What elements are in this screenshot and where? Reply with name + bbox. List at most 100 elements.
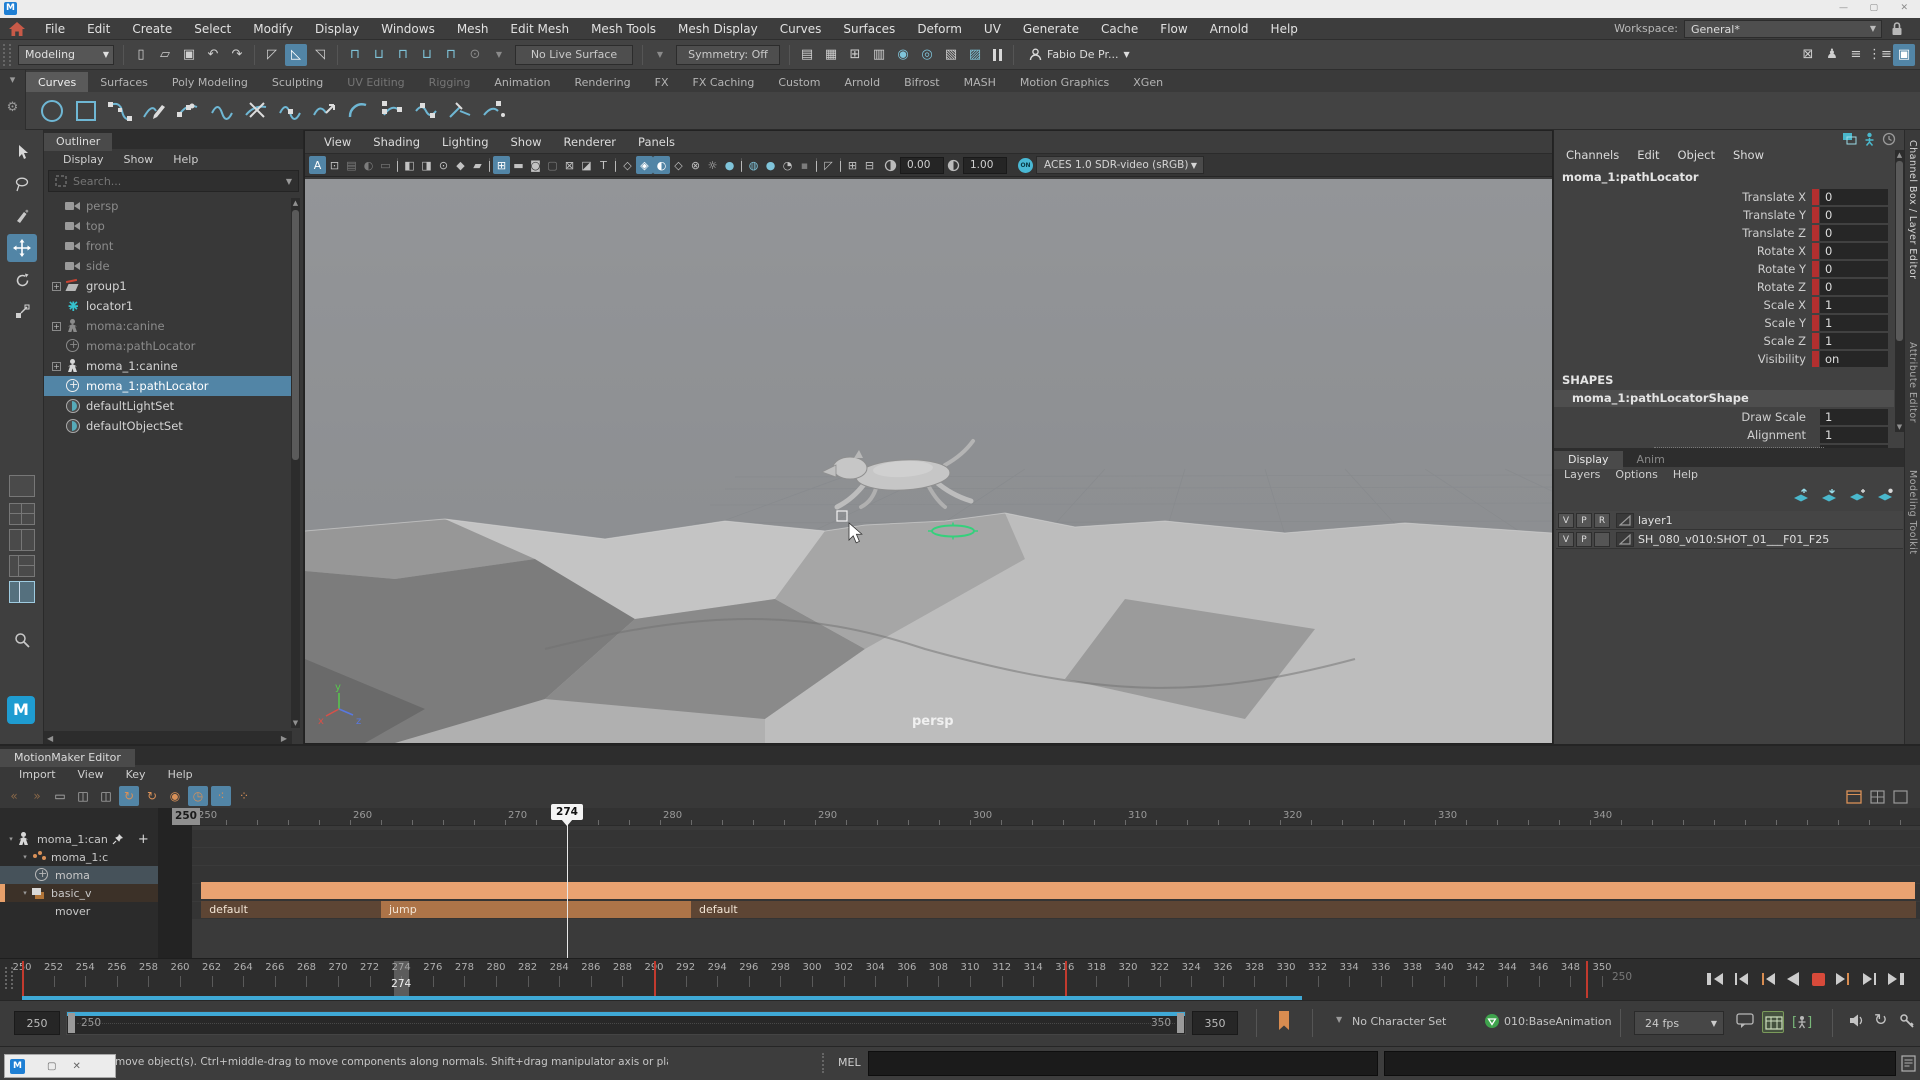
texture-view-icon[interactable]: ▥ bbox=[868, 44, 890, 66]
channel-key-state[interactable] bbox=[1812, 243, 1819, 259]
shelf-tab[interactable]: Rigging bbox=[417, 72, 483, 92]
curve-point-icon[interactable] bbox=[276, 97, 304, 125]
anim-layer-dropdown[interactable]: 010:BaseAnimation bbox=[1504, 1015, 1612, 1028]
character-set-key-icon[interactable]: [] bbox=[1792, 1011, 1814, 1033]
menu-item[interactable]: Surfaces bbox=[832, 22, 906, 36]
export-clip-icon[interactable]: » bbox=[27, 786, 47, 806]
outliner-vscrollbar[interactable]: ▲ ▼ bbox=[291, 198, 300, 728]
zoom-tool[interactable] bbox=[7, 626, 37, 654]
animation-start-field[interactable]: 250 bbox=[14, 1011, 60, 1035]
search-dropdown-arrow[interactable]: ▼ bbox=[286, 177, 292, 186]
gate-mask-icon[interactable]: ▢ bbox=[544, 156, 561, 174]
make-live-icon[interactable]: ⊙ bbox=[464, 44, 486, 66]
mm-tree-row[interactable]: mover bbox=[0, 902, 158, 920]
film-gate-icon[interactable]: ▬ bbox=[510, 156, 527, 174]
mm-tree-row[interactable]: moma bbox=[0, 866, 158, 884]
motionmaker-menu-item[interactable]: Import bbox=[8, 768, 67, 781]
menu-item[interactable]: Arnold bbox=[1199, 22, 1260, 36]
grid-display-icon[interactable]: ▤ bbox=[343, 156, 360, 174]
add-track-button[interactable]: + bbox=[138, 832, 149, 847]
shelf-tab[interactable]: XGen bbox=[1121, 72, 1175, 92]
channel-value-field[interactable]: 1 bbox=[1820, 297, 1888, 313]
menu-item[interactable]: Edit bbox=[76, 22, 121, 36]
frame-icon[interactable]: ⊡ bbox=[326, 156, 343, 174]
display-layers-icon[interactable] bbox=[1842, 132, 1857, 146]
channel-value-field[interactable]: 0 bbox=[1820, 207, 1888, 223]
use-default-material-icon[interactable]: ⊗ bbox=[687, 156, 704, 174]
channel-key-state[interactable] bbox=[1812, 315, 1819, 331]
tab-channel-box[interactable]: Channel Box / Layer Editor bbox=[1907, 140, 1918, 280]
arc-tool-icon[interactable] bbox=[344, 97, 372, 125]
collapsed-floating-window[interactable]: M ▢ ✕ bbox=[4, 1054, 116, 1078]
shadows-icon[interactable]: ● bbox=[721, 156, 738, 174]
motionmaker-menu-item[interactable]: Key bbox=[115, 768, 157, 781]
statusbar-divider[interactable] bbox=[822, 1053, 824, 1073]
menu-item[interactable]: Select bbox=[183, 22, 242, 36]
motionmaker-ruler[interactable]: 250260270280290300310320330340 bbox=[192, 808, 1920, 826]
new-scene-icon[interactable]: ▯ bbox=[130, 44, 152, 66]
move-tool[interactable] bbox=[7, 234, 37, 262]
menu-item[interactable]: Generate bbox=[1012, 22, 1090, 36]
symmetry-field[interactable]: Symmetry: Off bbox=[676, 45, 780, 65]
shelf-tab[interactable]: MASH bbox=[952, 72, 1008, 92]
attribute-editor-icon[interactable]: ⋮≡ bbox=[1869, 44, 1891, 66]
layer-menu-item[interactable]: Help bbox=[1669, 468, 1709, 481]
outliner-item[interactable]: defaultObjectSet bbox=[44, 416, 292, 436]
extend-curve-icon[interactable] bbox=[480, 97, 508, 125]
outliner-search[interactable]: ▼ bbox=[48, 170, 299, 192]
step-forward-frame-button[interactable] bbox=[1858, 967, 1882, 991]
undo-icon[interactable]: ↶ bbox=[202, 44, 224, 66]
circle-tool-icon[interactable] bbox=[38, 97, 66, 125]
outliner-tab[interactable]: Outliner bbox=[44, 133, 112, 151]
xray-icon[interactable]: ⊞ bbox=[844, 156, 861, 174]
channel-value-field[interactable]: 1 bbox=[1820, 409, 1888, 425]
auto-keyframe-toggle[interactable] bbox=[1762, 1011, 1784, 1033]
texture-mode-icon[interactable]: ▭ bbox=[377, 156, 394, 174]
menu-item[interactable]: Mesh bbox=[446, 22, 500, 36]
lock-icon[interactable] bbox=[1890, 21, 1904, 36]
sidebar-panel-icon[interactable]: ▣ bbox=[1893, 44, 1915, 66]
symmetry-arrow[interactable]: ▼ bbox=[649, 44, 671, 66]
mel-command-input[interactable] bbox=[868, 1051, 1378, 1076]
close-icon[interactable]: ✕ bbox=[1900, 3, 1908, 13]
expand-icon[interactable]: + bbox=[52, 362, 61, 371]
channel-menu-item[interactable]: Object bbox=[1672, 148, 1727, 162]
outliner-item[interactable]: side bbox=[44, 256, 292, 276]
menu-item[interactable]: Mesh Tools bbox=[580, 22, 667, 36]
tab-attribute-editor[interactable]: Attribute Editor bbox=[1907, 342, 1918, 423]
clock-icon[interactable] bbox=[1882, 132, 1896, 146]
render-current-icon[interactable]: ◉ bbox=[892, 44, 914, 66]
step-back-key-button[interactable] bbox=[1754, 967, 1778, 991]
layer-name[interactable]: SH_080_v010:SHOT_01___F01_F25 bbox=[1638, 533, 1829, 546]
outliner-item[interactable]: + moma_1:canine bbox=[44, 356, 292, 376]
channel-value-field[interactable]: 0 bbox=[1820, 261, 1888, 277]
layout-single-pane[interactable] bbox=[9, 475, 35, 497]
modeling-toolkit-icon[interactable]: ⊠ bbox=[1797, 44, 1819, 66]
resolution-gate-icon[interactable]: ◙ bbox=[527, 156, 544, 174]
panel-options-icon[interactable] bbox=[1893, 790, 1908, 804]
cv-curve-icon[interactable] bbox=[106, 97, 134, 125]
shelf-tab[interactable]: Motion Graphics bbox=[1008, 72, 1121, 92]
grid-options-icon[interactable] bbox=[1870, 790, 1885, 804]
channel-key-state[interactable] bbox=[1812, 351, 1819, 367]
maximize-icon[interactable]: ▢ bbox=[1869, 3, 1878, 13]
shaded-icon[interactable]: ◈ bbox=[636, 156, 653, 174]
layer-playback-toggle[interactable]: P bbox=[1576, 532, 1592, 547]
edit-curve-icon[interactable] bbox=[174, 97, 202, 125]
channel-key-state[interactable] bbox=[1812, 189, 1819, 205]
motionmaker-timeline[interactable]: defaultjumpdefault bbox=[192, 808, 1920, 958]
layer-name[interactable]: layer1 bbox=[1638, 514, 1673, 527]
ipr-render-icon[interactable]: ◎ bbox=[916, 44, 938, 66]
outliner-search-input[interactable] bbox=[73, 175, 273, 188]
viewport-menu-item[interactable]: Shading bbox=[362, 135, 431, 149]
menu-item[interactable]: Cache bbox=[1090, 22, 1149, 36]
outliner-menu-item[interactable]: Show bbox=[115, 153, 163, 166]
playback-options-icon[interactable]: ↻ bbox=[1874, 1010, 1887, 1029]
outliner-item[interactable]: top bbox=[44, 216, 292, 236]
outliner-item[interactable]: front bbox=[44, 236, 292, 256]
channel-value-field[interactable]: 0 bbox=[1820, 189, 1888, 205]
rotate-tool[interactable] bbox=[7, 266, 37, 294]
shelf-tab[interactable]: Sculpting bbox=[260, 72, 335, 92]
perspective-viewport[interactable]: ViewShadingLightingShowRendererPanels A⊡… bbox=[304, 130, 1553, 744]
view-transform-dropdown[interactable]: ACES 1.0 SDR-video (sRGB)▼ bbox=[1036, 156, 1204, 174]
